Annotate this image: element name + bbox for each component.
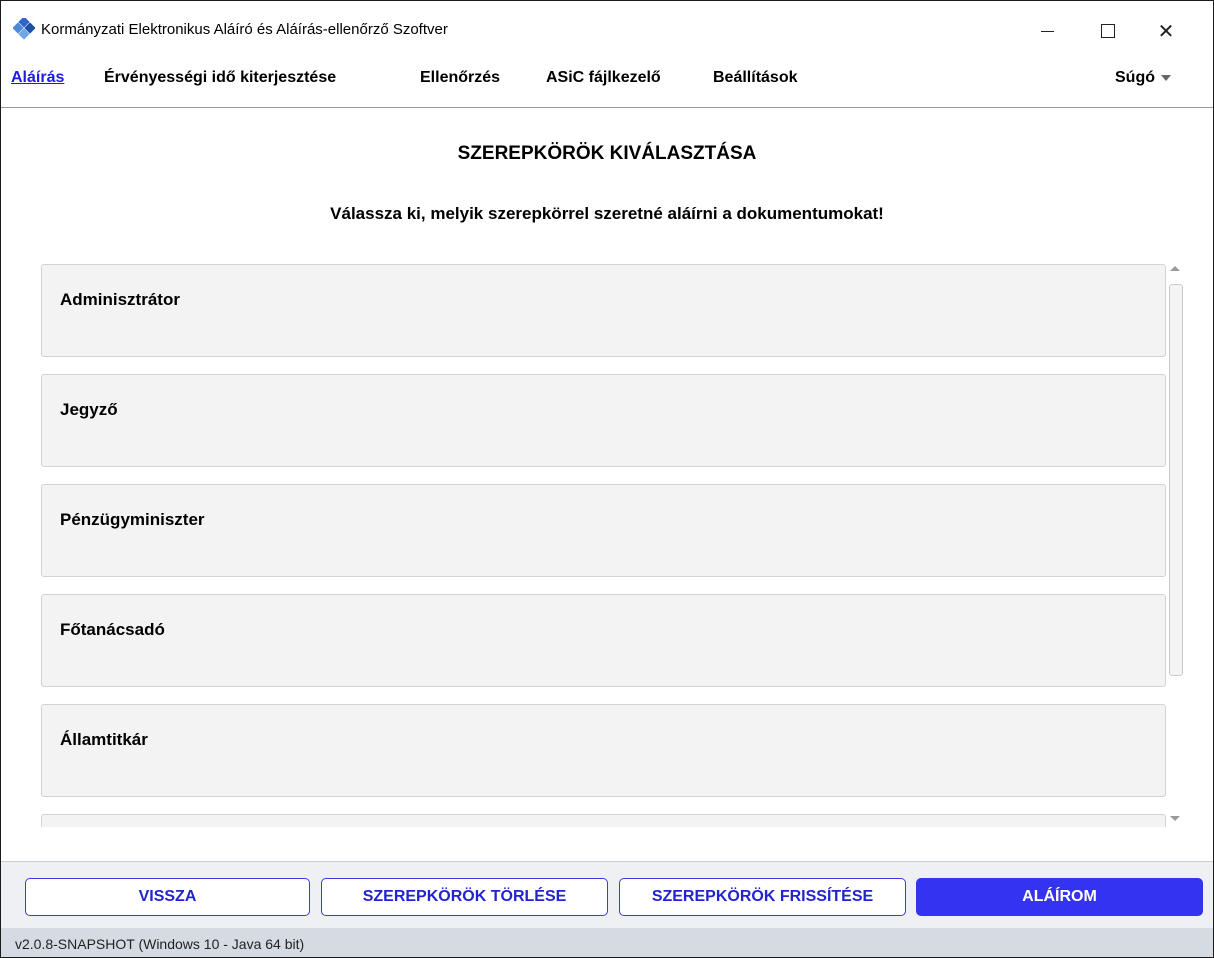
sign-button[interactable]: ALÁÍROM — [916, 878, 1203, 916]
minimize-button[interactable] — [1024, 1, 1070, 61]
scroll-up-icon[interactable] — [1170, 266, 1180, 271]
menu-item-help[interactable]: Súgó — [1115, 69, 1155, 87]
action-bar: VISSZA SZEREPKÖRÖK TÖRLÉSE SZEREPKÖRÖK F… — [1, 861, 1213, 928]
role-label: Főtanácsadó — [60, 620, 165, 639]
menu-item-validity-extension[interactable]: Érvényességi idő kiterjesztése — [104, 69, 336, 87]
window-title: Kormányzati Elektronikus Aláíró és Aláír… — [41, 21, 448, 38]
role-card-secretary-of-state[interactable]: Államtitkár — [41, 704, 1166, 797]
close-button[interactable]: ✕ — [1143, 1, 1189, 61]
minimize-icon — [1040, 30, 1054, 32]
menu-bar: Aláírás Érvényességi idő kiterjesztése E… — [1, 63, 1213, 99]
menu-divider — [1, 107, 1213, 108]
page-subtitle: Válassza ki, melyik szerepkörrel szeretn… — [330, 204, 884, 223]
role-card-finance-minister[interactable]: Pénzügyminiszter — [41, 484, 1166, 577]
version-label: v2.0.8-SNAPSHOT (Windows 10 - Java 64 bi… — [15, 936, 305, 952]
title-bar: Kormányzati Elektronikus Aláíró és Aláír… — [1, 1, 1213, 61]
role-card-administrator[interactable]: Adminisztrátor — [41, 264, 1166, 357]
status-bar: v2.0.8-SNAPSHOT (Windows 10 - Java 64 bi… — [1, 928, 1213, 957]
role-card-partial[interactable] — [41, 814, 1166, 827]
scroll-down-icon[interactable] — [1170, 816, 1180, 821]
page-title: SZEREPKÖRÖK KIVÁLASZTÁSA — [457, 143, 757, 164]
role-card-notary[interactable]: Jegyző — [41, 374, 1166, 467]
menu-item-asic-manager[interactable]: ASiC fájlkezelő — [546, 69, 661, 87]
app-logo-icon — [13, 18, 35, 40]
role-label: Pénzügyminiszter — [60, 510, 205, 529]
role-list: Adminisztrátor Jegyző Pénzügyminiszter F… — [41, 264, 1166, 827]
role-label: Jegyző — [60, 400, 118, 419]
maximize-icon — [1101, 24, 1115, 38]
maximize-button[interactable] — [1085, 1, 1131, 61]
role-label: Államtitkár — [60, 730, 148, 749]
menu-item-verification[interactable]: Ellenőrzés — [420, 69, 500, 87]
role-label: Adminisztrátor — [60, 290, 180, 309]
back-button[interactable]: VISSZA — [25, 878, 310, 916]
close-icon: ✕ — [1157, 19, 1175, 43]
app-window: Kormányzati Elektronikus Aláíró és Aláír… — [0, 0, 1214, 958]
refresh-roles-button[interactable]: SZEREPKÖRÖK FRISSÍTÉSE — [619, 878, 906, 916]
role-card-chief-advisor[interactable]: Főtanácsadó — [41, 594, 1166, 687]
delete-roles-button[interactable]: SZEREPKÖRÖK TÖRLÉSE — [321, 878, 608, 916]
scroll-thumb[interactable] — [1169, 284, 1183, 676]
role-list-scrollbar[interactable] — [1167, 264, 1183, 827]
chevron-down-icon[interactable] — [1161, 75, 1171, 81]
menu-item-settings[interactable]: Beállítások — [713, 69, 797, 87]
menu-item-signature[interactable]: Aláírás — [11, 69, 64, 87]
